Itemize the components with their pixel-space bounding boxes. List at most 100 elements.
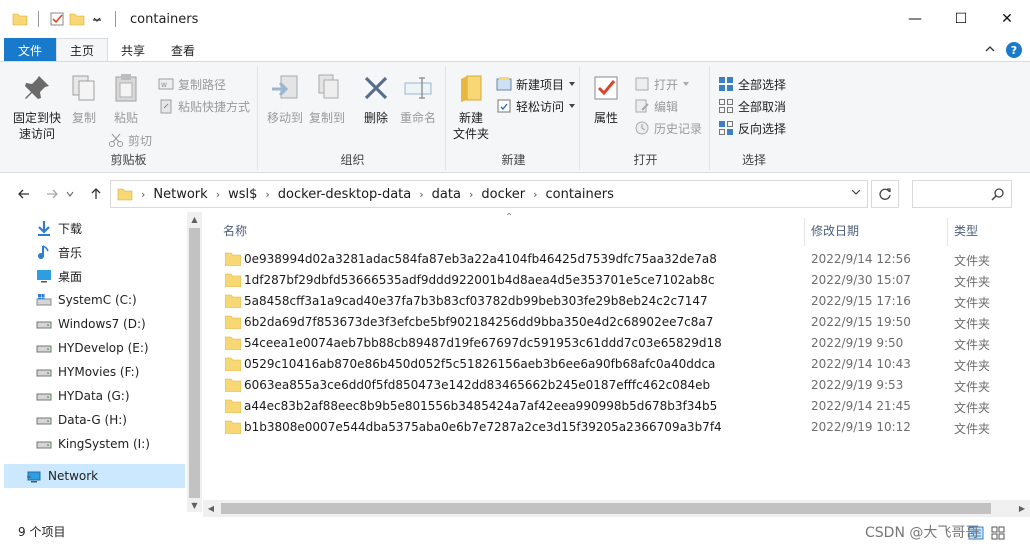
paste-button[interactable]: 粘贴 xyxy=(106,72,146,126)
file-row[interactable]: 6063ea855a3ce6dd0f5fd850473e142dd8346566… xyxy=(223,375,1023,396)
open-button[interactable]: 打开 xyxy=(634,74,690,94)
tab-share[interactable]: 共享 xyxy=(108,38,158,62)
paste-shortcut-button[interactable]: 粘贴快捷方式 xyxy=(158,96,250,116)
file-row[interactable]: b1b3808e0007e544dba5375aba0e6b7e7287a2ce… xyxy=(223,417,1023,438)
close-button[interactable]: ✕ xyxy=(984,0,1030,38)
file-row[interactable]: 54ceea1e0074aeb7bb88cb89487d19fe67697dc5… xyxy=(223,333,1023,354)
breadcrumb-wsl[interactable]: wsl$ xyxy=(222,187,263,202)
cut-button[interactable]: 剪切 xyxy=(108,130,152,150)
sidebar-item-drive-h[interactable]: Data-G (H:) xyxy=(36,408,127,432)
sidebar-item-drive-d[interactable]: Windows7 (D:) xyxy=(36,312,146,336)
new-folder-button[interactable]: 新建 文件夹 xyxy=(450,72,492,142)
rename-button[interactable]: 重命名 xyxy=(396,72,440,126)
file-row[interactable]: 6b2da69d7f853673de3f3efcbe5bf902184256dd… xyxy=(223,312,1023,333)
sidebar-scroll-thumb[interactable] xyxy=(189,228,200,498)
sidebar-item-drive-g[interactable]: HYData (G:) xyxy=(36,384,130,408)
search-input[interactable] xyxy=(912,180,1012,208)
edit-button[interactable]: 编辑 xyxy=(634,96,678,116)
sidebar-item-network[interactable]: Network xyxy=(4,464,185,488)
sidebar-item-music[interactable]: 音乐 xyxy=(36,240,82,264)
tab-home[interactable]: 主页 xyxy=(56,38,109,62)
large-icons-view-icon[interactable] xyxy=(990,525,1006,541)
file-row[interactable]: 5a8458cff3a1a9cad40e37fa7b3b83cf03782db9… xyxy=(223,291,1023,312)
properties-button[interactable]: 属性 xyxy=(588,72,624,126)
file-list: ⌃ 名称 修改日期 类型 0e938994d02a3281adac584fa87… xyxy=(203,212,1030,512)
breadcrumb-docker[interactable]: docker xyxy=(475,187,531,202)
file-row[interactable]: 0529c10416ab870e86b450d052f5c51826156aeb… xyxy=(223,354,1023,375)
scroll-down-icon[interactable]: ▼ xyxy=(187,498,202,512)
easy-access-button[interactable]: 轻松访问 xyxy=(496,96,576,116)
sidebar-item-drive-i[interactable]: KingSystem (I:) xyxy=(36,432,150,456)
pin-quick-access-button[interactable]: 固定到快 速访问 xyxy=(8,72,66,142)
properties-icon[interactable] xyxy=(49,11,65,27)
copy-path-button[interactable]: W 复制路径 xyxy=(158,74,226,94)
sidebar-item-drive-e[interactable]: HYDevelop (E:) xyxy=(36,336,149,360)
qat-dropdown-icon[interactable] xyxy=(89,11,105,27)
breadcrumb-separator[interactable]: › xyxy=(139,188,147,201)
horizontal-scroll-thumb[interactable] xyxy=(221,503,991,514)
sidebar-item-drive-f[interactable]: HYMovies (F:) xyxy=(36,360,139,384)
scroll-left-icon[interactable]: ◀ xyxy=(203,500,219,517)
column-header-type[interactable]: 类型 xyxy=(954,218,1014,242)
address-bar[interactable]: › Network › wsl$ › docker-desktop-data ›… xyxy=(110,180,868,208)
properties-icon xyxy=(594,76,618,100)
back-button[interactable] xyxy=(14,184,34,204)
new-folder-icon xyxy=(461,75,482,102)
delete-icon xyxy=(364,76,388,100)
column-divider[interactable] xyxy=(804,218,805,246)
refresh-icon xyxy=(879,188,891,200)
file-row[interactable]: a44ec83b2af88eec8b9b5e801556b3485424a7af… xyxy=(223,396,1023,417)
maximize-button[interactable]: ☐ xyxy=(938,0,984,38)
file-row[interactable]: 0e938994d02a3281adac584fa87eb3a22a4104fb… xyxy=(223,249,1023,270)
copy-to-button[interactable]: 复制到 xyxy=(306,72,348,126)
breadcrumb-data[interactable]: data xyxy=(426,187,467,202)
minimize-button[interactable]: — xyxy=(892,0,938,38)
file-row[interactable]: 1df287bf29dbfd53666535adf9ddd922001b4d8a… xyxy=(223,270,1023,291)
breadcrumb-network[interactable]: Network xyxy=(147,187,213,202)
new-item-icon xyxy=(496,77,512,91)
new-folder-icon[interactable] xyxy=(69,11,85,27)
breadcrumb-separator[interactable]: › xyxy=(214,188,222,201)
sidebar-item-drive-c[interactable]: SystemC (C:) xyxy=(36,288,137,312)
invert-selection-button[interactable]: 反向选择 xyxy=(718,118,786,138)
collapse-ribbon-icon[interactable] xyxy=(984,43,996,58)
forward-button[interactable] xyxy=(42,184,62,204)
drive-icon xyxy=(36,321,52,329)
sidebar-scrollbar[interactable]: ▲ ▼ xyxy=(187,212,202,512)
column-divider[interactable] xyxy=(947,218,948,246)
arrow-left-icon xyxy=(18,189,29,199)
select-none-button[interactable]: 全部取消 xyxy=(718,96,786,116)
breadcrumb-docker-desktop-data[interactable]: docker-desktop-data xyxy=(272,187,417,202)
breadcrumb-separator[interactable]: › xyxy=(467,188,475,201)
refresh-button[interactable] xyxy=(871,180,899,208)
breadcrumb-separator[interactable]: › xyxy=(531,188,539,201)
column-header-date[interactable]: 修改日期 xyxy=(811,218,941,242)
file-type: 文件夹 xyxy=(954,422,991,436)
copy-button[interactable]: 复制 xyxy=(64,72,104,126)
up-button[interactable] xyxy=(86,184,106,204)
download-icon xyxy=(38,221,50,236)
delete-button[interactable]: 删除 xyxy=(358,72,394,126)
scroll-right-icon[interactable]: ▶ xyxy=(1014,500,1030,517)
new-item-button[interactable]: 新建项目 xyxy=(496,74,576,94)
recent-locations-button[interactable] xyxy=(64,184,76,204)
breadcrumb-separator[interactable]: › xyxy=(417,188,425,201)
breadcrumb-containers[interactable]: containers xyxy=(540,187,620,202)
history-button[interactable]: 历史记录 xyxy=(634,118,702,138)
move-to-button[interactable]: 移动到 xyxy=(264,72,306,126)
chevron-down-icon xyxy=(66,191,74,197)
copy-to-icon xyxy=(318,74,339,99)
scroll-up-icon[interactable]: ▲ xyxy=(187,212,202,226)
copy-icon xyxy=(72,75,95,101)
horizontal-scrollbar[interactable]: ◀ ▶ xyxy=(203,500,1030,517)
sidebar-item-downloads[interactable]: 下载 xyxy=(36,216,82,240)
search-icon xyxy=(991,188,1004,201)
tab-view[interactable]: 查看 xyxy=(158,38,208,62)
tab-file[interactable]: 文件 xyxy=(4,38,57,62)
sidebar-item-desktop[interactable]: 桌面 xyxy=(36,264,82,288)
select-all-button[interactable]: 全部选择 xyxy=(718,74,786,94)
help-icon[interactable]: ? xyxy=(1006,42,1022,58)
breadcrumb-separator[interactable]: › xyxy=(263,188,271,201)
column-header-name[interactable]: 名称 xyxy=(223,218,803,242)
address-dropdown-icon[interactable] xyxy=(851,187,861,200)
